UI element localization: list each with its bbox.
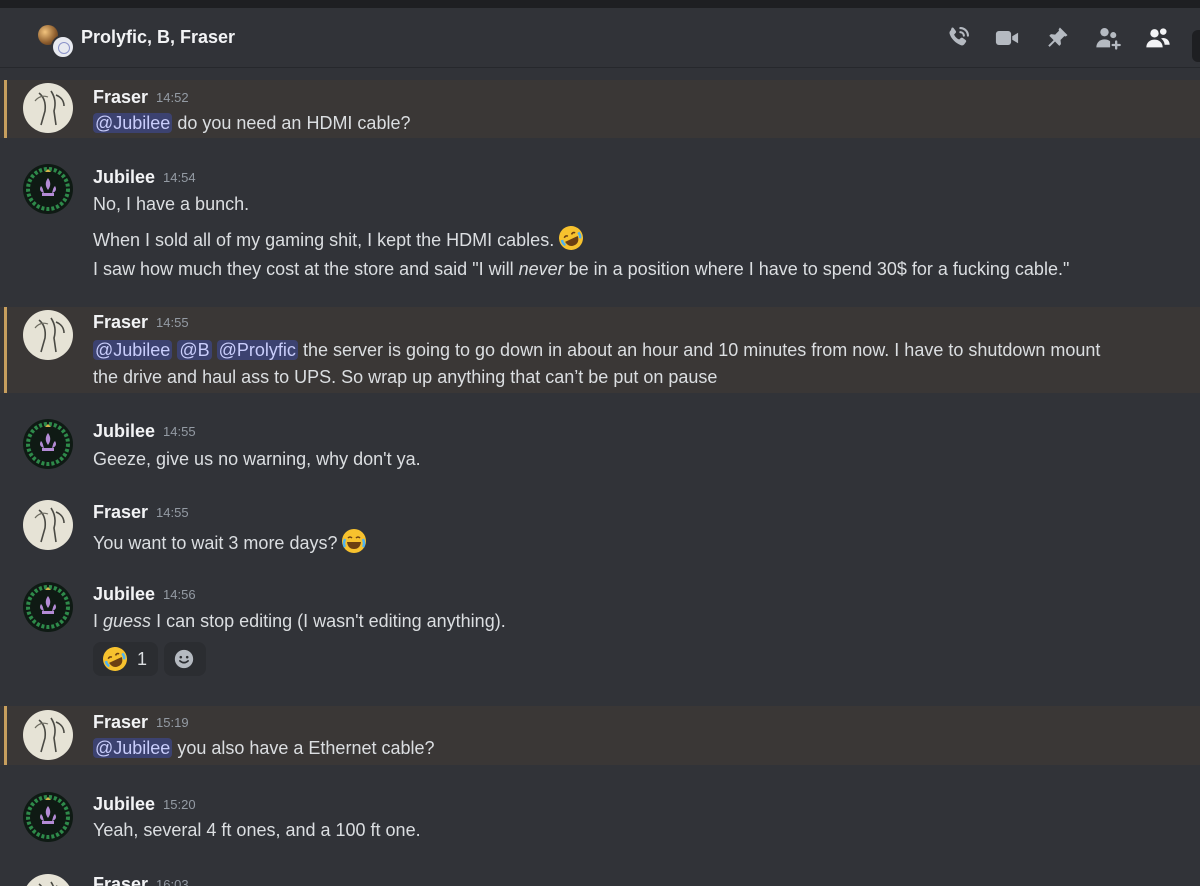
message-author[interactable]: Jubilee 14:56 — [93, 584, 196, 605]
author-name[interactable]: Fraser — [93, 312, 148, 332]
timestamp: 14:55 — [156, 315, 189, 330]
author-name[interactable]: Fraser — [93, 712, 148, 732]
video-icon[interactable] — [993, 24, 1021, 52]
message-body: When I sold all of my gaming shit, I kep… — [93, 230, 555, 250]
mention-tag[interactable]: @Jubilee — [93, 113, 173, 133]
joy-emoji — [340, 527, 368, 555]
rofl-emoji — [557, 224, 585, 252]
message-text: @Jubilee @B @Prolyfic the server is goin… — [93, 337, 1100, 363]
window-top-strip — [0, 0, 1200, 8]
timestamp: 16:03 — [156, 877, 189, 886]
message-item: Jubilee 14:56 I guess I can stop editing … — [0, 576, 1200, 686]
add-friend-icon[interactable] — [1094, 24, 1122, 52]
pin-icon[interactable] — [1043, 24, 1071, 52]
author-name[interactable]: Jubilee — [93, 167, 155, 187]
author-name[interactable]: Jubilee — [93, 584, 155, 604]
message-author[interactable]: Fraser 16:03 — [93, 874, 189, 886]
author-name[interactable]: Fraser — [93, 874, 148, 886]
mention-tag[interactable]: @Prolyfic — [216, 340, 298, 360]
timestamp: 15:20 — [163, 797, 196, 812]
message-text: Geeze, give us no warning, why don't ya. — [93, 449, 421, 469]
message-body: I saw how much they cost at the store an… — [93, 259, 519, 279]
reaction-count: 1 — [137, 649, 148, 669]
reaction-rofl[interactable]: 1 — [93, 642, 158, 676]
avatar[interactable] — [23, 710, 73, 760]
channel-title[interactable]: Prolyfic, B, Fraser — [81, 27, 235, 48]
author-name[interactable]: Jubilee — [93, 794, 155, 814]
message-text: I saw how much they cost at the store an… — [93, 256, 1069, 282]
message-author[interactable]: Fraser 14:55 — [93, 312, 189, 333]
timestamp: 14:56 — [163, 587, 196, 602]
message-item: Fraser 16:03 — [0, 866, 1200, 886]
message-author[interactable]: Fraser 14:52 — [93, 87, 189, 108]
message-body: You want to wait 3 more days? — [93, 533, 338, 553]
message-body: I — [93, 611, 104, 631]
message-body: the server is going to go down in about … — [297, 340, 1101, 360]
avatar[interactable] — [23, 792, 73, 842]
message-text: the drive and haul ass to UPS. So wrap u… — [93, 367, 718, 387]
message-item: Fraser 14:52 @Jubilee do you need an HDMI… — [0, 80, 1200, 138]
message-text: No, I have a bunch. — [93, 194, 250, 214]
author-name[interactable]: Fraser — [93, 87, 148, 107]
members-icon[interactable] — [1144, 24, 1172, 52]
message-author[interactable]: Jubilee 15:20 — [93, 794, 196, 815]
avatar[interactable] — [23, 874, 73, 886]
timestamp: 14:54 — [163, 170, 196, 185]
search-bar-edge[interactable] — [1192, 30, 1200, 62]
avatar[interactable] — [23, 419, 73, 469]
message-author[interactable]: Jubilee 14:54 — [93, 167, 196, 188]
timestamp: 14:55 — [156, 505, 189, 520]
message-body: I can stop editing (I wasn't editing any… — [151, 611, 506, 631]
mention-tag[interactable]: @Jubilee — [93, 738, 173, 758]
message-body: you also have a Ethernet cable? — [172, 738, 435, 758]
message-item: Fraser 15:19 @Jubilee you also have a Eth… — [0, 706, 1200, 765]
message-item: Fraser 14:55 You want to wait 3 more days… — [0, 494, 1200, 560]
message-item: Jubilee 14:55 Geeze, give us no warning, … — [0, 413, 1200, 479]
avatar[interactable] — [23, 164, 73, 214]
message-text: When I sold all of my gaming shit, I kep… — [93, 224, 585, 253]
phone-call-icon[interactable] — [944, 24, 972, 52]
add-reaction-button[interactable] — [164, 642, 206, 676]
message-body: do you need an HDMI cable? — [172, 113, 411, 133]
avatar[interactable] — [23, 83, 73, 133]
avatar[interactable] — [23, 582, 73, 632]
timestamp: 14:52 — [156, 90, 189, 105]
group-dm-icon — [38, 25, 75, 59]
timestamp: 15:19 — [156, 715, 189, 730]
message-item: Jubilee 14:54 No, I have a bunch. When I … — [0, 158, 1200, 288]
message-body: be in a position where I have to spend 3… — [563, 259, 1070, 279]
message-text: Yeah, several 4 ft ones, and a 100 ft on… — [93, 820, 421, 840]
message-text: @Jubilee do you need an HDMI cable? — [93, 110, 410, 136]
message-item: Fraser 14:55 @Jubilee @B @Prolyfic the se… — [0, 307, 1200, 393]
mention-tag[interactable]: @Jubilee — [93, 340, 173, 360]
channel-header: Prolyfic, B, Fraser — [0, 8, 1200, 68]
message-author[interactable]: Fraser 14:55 — [93, 502, 189, 523]
author-name[interactable]: Jubilee — [93, 421, 155, 441]
group-avatar-2 — [51, 35, 75, 59]
mention-tag[interactable]: @B — [177, 340, 212, 360]
message-text: @Jubilee you also have a Ethernet cable? — [93, 735, 435, 761]
emphasis-text: never — [518, 259, 564, 279]
message-text: You want to wait 3 more days? — [93, 527, 368, 556]
message-item: Jubilee 15:20 Yeah, several 4 ft ones, an… — [0, 786, 1200, 852]
smiley-icon — [173, 648, 195, 675]
timestamp: 14:55 — [163, 424, 196, 439]
avatar[interactable] — [23, 500, 73, 550]
message-text: I guess I can stop editing (I wasn't edi… — [93, 608, 506, 634]
message-author[interactable]: Jubilee 14:55 — [93, 421, 196, 442]
message-author[interactable]: Fraser 15:19 — [93, 712, 189, 733]
avatar[interactable] — [23, 310, 73, 360]
author-name[interactable]: Fraser — [93, 502, 148, 522]
rofl-emoji — [101, 645, 129, 678]
emphasis-text: guess — [103, 611, 152, 631]
